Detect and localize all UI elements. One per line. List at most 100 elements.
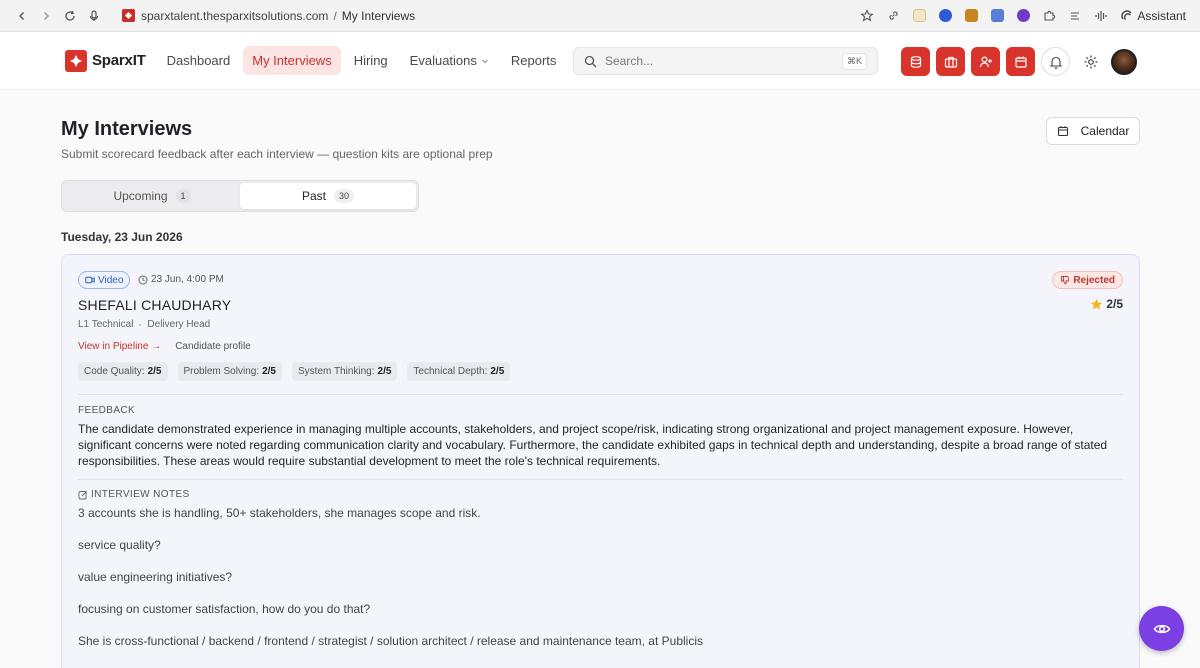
interview-note: service quality? — [78, 538, 161, 552]
add-user-icon — [979, 55, 992, 67]
tab-upcoming-count: 1 — [175, 189, 191, 203]
browser-nav — [10, 4, 106, 28]
schedule-button[interactable] — [1006, 47, 1035, 76]
audio-wave-icon[interactable] — [1093, 8, 1109, 24]
assistant-button[interactable]: Assistant — [1121, 9, 1186, 23]
chevron-down-icon — [482, 59, 488, 63]
logo-mark-icon — [65, 49, 87, 72]
logo[interactable]: SparxIT — [65, 49, 146, 72]
link-icon[interactable] — [885, 8, 901, 24]
calendar-button-label: Calendar — [1080, 124, 1130, 138]
tab-past-count: 30 — [334, 189, 355, 203]
extension-folder-icon[interactable] — [911, 8, 927, 24]
url-host: sparxtalent.thesparxitsolutions.com — [141, 8, 329, 23]
app-header: SparxIT Dashboard My Interviews Hiring E… — [0, 32, 1200, 90]
interview-card: Video 23 Jun, 4:00 PM Rejected SHEFALI C… — [61, 254, 1140, 668]
score-value: 2/5 — [490, 366, 505, 377]
extensions-puzzle-icon[interactable] — [1041, 8, 1057, 24]
bell-icon — [1049, 56, 1062, 69]
nav-hiring[interactable]: Hiring — [345, 46, 397, 75]
score-value: 2/5 — [262, 366, 276, 377]
briefcase-button[interactable] — [936, 47, 965, 76]
interview-notes-label: INTERVIEW NOTES — [91, 489, 190, 500]
score-chip: System Thinking: 2/5 — [292, 362, 398, 381]
tab-upcoming-label: Upcoming — [113, 189, 168, 203]
calendar-icon — [1057, 126, 1068, 137]
site-favicon-icon — [122, 9, 135, 22]
video-camera-icon — [85, 276, 95, 284]
thumbs-down-icon — [1061, 276, 1070, 285]
card-links: View in Pipeline → Candidate profile — [78, 341, 251, 352]
interview-note: 3 accounts she is handling, 50+ stakehol… — [78, 506, 481, 520]
interview-type-badge: Video — [78, 271, 131, 289]
tab-past-label: Past — [301, 189, 326, 203]
edit-note-icon — [78, 490, 87, 499]
database-button[interactable] — [901, 47, 930, 76]
browser-toolbar: sparxtalent.thesparxitsolutions.com / My… — [0, 0, 1200, 32]
interview-note: value engineering initiatives? — [78, 570, 233, 584]
url-page-title: My Interviews — [341, 8, 416, 23]
status-badge: Rejected — [1052, 271, 1123, 289]
search-input[interactable] — [605, 54, 842, 68]
score-label: Code Quality: — [84, 366, 145, 377]
score-label: System Thinking: — [298, 366, 375, 377]
nav-evaluations-label: Evaluations — [409, 53, 477, 68]
interview-note: She is cross-functional / backend / fron… — [78, 634, 703, 648]
feedback-text: The candidate demonstrated experience in… — [78, 422, 1108, 468]
address-bar[interactable]: sparxtalent.thesparxitsolutions.com / My… — [122, 9, 415, 23]
score-label: Technical Depth: — [413, 366, 488, 377]
browser-actions: Assistant — [859, 8, 1186, 24]
tab-upcoming[interactable]: Upcoming 1 — [64, 183, 240, 209]
job-role: Delivery Head — [147, 319, 211, 330]
nav-my-interviews[interactable]: My Interviews — [243, 46, 341, 75]
tab-past[interactable]: Past 30 — [240, 183, 416, 209]
preview-fab-button[interactable] — [1139, 606, 1184, 651]
eye-icon — [1153, 624, 1170, 633]
interview-time: 23 Jun, 4:00 PM — [138, 274, 224, 285]
calendar-button[interactable]: Calendar — [1046, 117, 1140, 145]
logo-text: SparxIT — [92, 52, 146, 69]
back-icon[interactable] — [10, 4, 34, 28]
bookmark-star-icon[interactable] — [859, 8, 875, 24]
menu-lines-icon[interactable] — [1067, 8, 1083, 24]
extension-orange-icon[interactable] — [963, 8, 979, 24]
gear-icon — [1084, 55, 1097, 68]
page-subtitle: Submit scorecard feedback after each int… — [61, 147, 493, 161]
interview-round: L1 Technical — [78, 319, 134, 330]
view-in-pipeline-link[interactable]: View in Pipeline → — [78, 341, 161, 352]
status-label: Rejected — [1073, 274, 1115, 286]
candidate-name[interactable]: SHEFALI CHAUDHARY — [78, 297, 231, 313]
candidate-profile-link[interactable]: Candidate profile — [175, 341, 251, 352]
reload-icon[interactable] — [58, 4, 82, 28]
score-value: 2/5 — [377, 366, 392, 377]
calendar-icon — [1014, 56, 1027, 68]
section-divider — [78, 394, 1123, 395]
forward-icon[interactable] — [34, 4, 58, 28]
nav-evaluations[interactable]: Evaluations — [401, 46, 498, 75]
search-box[interactable]: ⌘K — [573, 47, 878, 75]
interview-note: focusing on customer satisfaction, how d… — [78, 602, 371, 616]
notifications-button[interactable] — [1041, 47, 1070, 76]
interview-meta: L1 Technical Delivery Head — [78, 319, 210, 330]
url-separator: / — [333, 8, 337, 23]
user-avatar[interactable] — [1111, 48, 1137, 75]
extension-translate-icon[interactable] — [989, 8, 1005, 24]
header-actions — [901, 47, 1137, 76]
section-divider — [78, 479, 1123, 480]
date-group-heading: Tuesday, 23 Jun 2026 — [61, 230, 183, 244]
extension-purple-icon[interactable] — [1015, 8, 1031, 24]
extension-blue-icon[interactable] — [937, 8, 953, 24]
clock-icon — [138, 275, 148, 284]
add-user-button[interactable] — [971, 47, 1000, 76]
nav-dashboard[interactable]: Dashboard — [158, 46, 240, 75]
search-icon — [584, 55, 597, 67]
overall-rating: 2/5 — [1090, 297, 1123, 311]
feedback-label: FEEDBACK — [78, 405, 136, 416]
nav-reports[interactable]: Reports — [502, 46, 566, 75]
overall-rating-value: 2/5 — [1106, 297, 1123, 311]
microphone-icon[interactable] — [82, 4, 106, 28]
assistant-icon — [1121, 9, 1132, 20]
search-shortcut-hint: ⌘K — [841, 52, 867, 70]
settings-button[interactable] — [1076, 47, 1105, 76]
score-chip: Code Quality: 2/5 — [78, 362, 168, 381]
